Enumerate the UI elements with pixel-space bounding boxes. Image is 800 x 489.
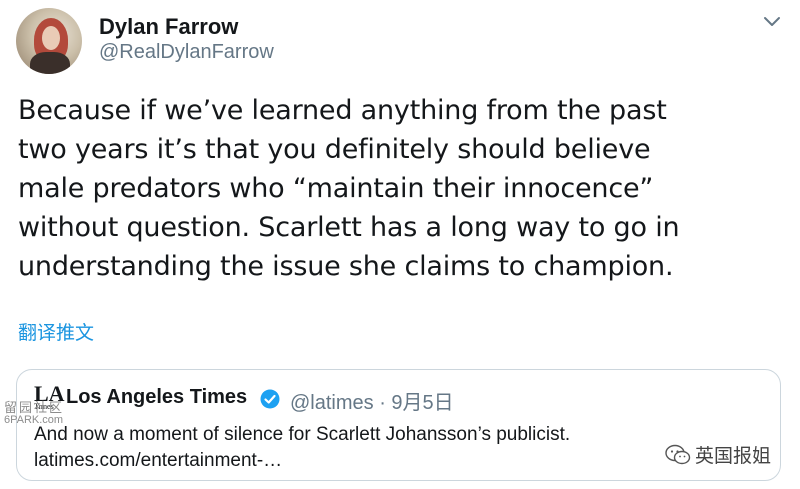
tweet-screenshot: Dylan Farrow @RealDylanFarrow Because if… (0, 0, 800, 489)
quoted-author-name: Los Angeles Times (66, 386, 248, 408)
avatar[interactable] (16, 8, 82, 74)
avatar-face (42, 26, 60, 50)
display-name[interactable]: Dylan Farrow (99, 14, 238, 40)
chevron-down-icon[interactable] (761, 14, 783, 30)
avatar-body (30, 52, 70, 74)
user-handle[interactable]: @RealDylanFarrow (99, 41, 274, 64)
quoted-tweet-text: And now a moment of silence for Scarlett… (34, 424, 571, 471)
watermark-6park-top: 留园社区 (4, 400, 65, 415)
verified-badge-icon (260, 389, 280, 409)
wechat-icon (665, 444, 691, 464)
watermark-6park-bottom: 6PARK.com (4, 414, 64, 426)
watermark-wechat-text: 英国报姐 (695, 446, 772, 467)
watermark-wechat: 英国报姐 (665, 441, 771, 468)
translate-tweet-link[interactable]: 翻译推文 (18, 318, 94, 345)
tweet-body-text: Because if we’ve learned anything from t… (18, 95, 680, 282)
watermark-6park: 留园社区 6PARK.com (4, 400, 65, 426)
quoted-handle-date: @latimes · 9月5日 (290, 392, 454, 414)
